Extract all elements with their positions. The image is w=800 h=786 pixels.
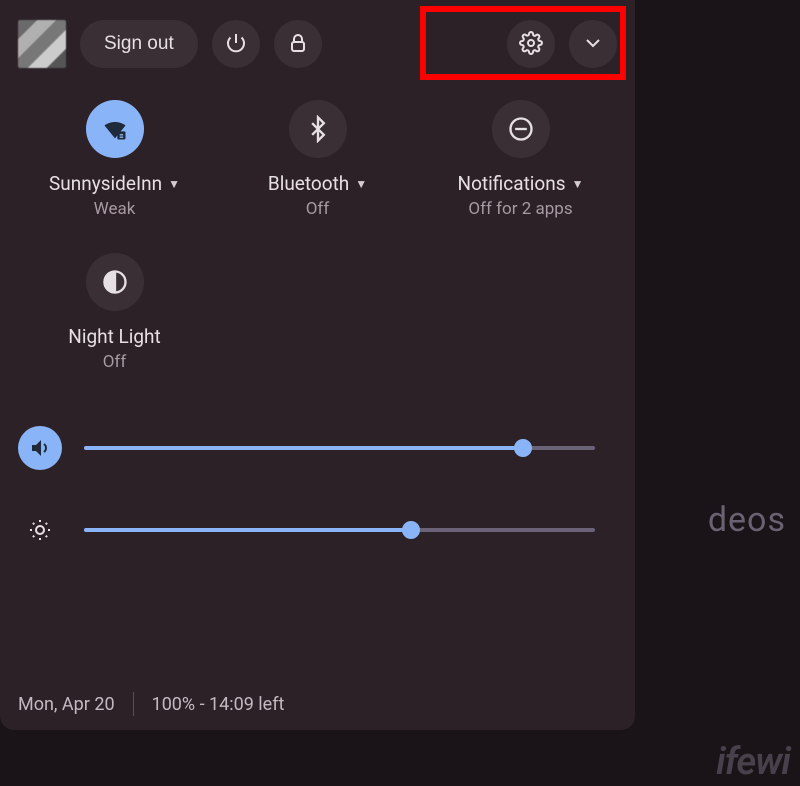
tile-notif-label: Notifications [458, 172, 566, 195]
night-light-icon [86, 253, 144, 311]
brightness-slider[interactable] [84, 528, 595, 532]
caret-down-icon: ▼ [572, 177, 584, 191]
caret-down-icon: ▼ [168, 177, 180, 191]
tile-night-sub: Off [103, 352, 127, 372]
brightness-icon[interactable] [18, 508, 62, 552]
slider-section [18, 426, 617, 552]
tile-bt-label: Bluetooth [268, 172, 349, 195]
brightness-fill [84, 528, 411, 532]
quick-settings-panel: Sign out [0, 0, 635, 730]
background-text-fragment: deos [708, 500, 786, 540]
wifi-icon [86, 100, 144, 158]
volume-thumb[interactable] [514, 439, 532, 457]
battery-text: 100% - 14:09 left [152, 694, 285, 715]
dnd-icon [492, 100, 550, 158]
caret-down-icon: ▼ [355, 177, 367, 191]
tile-notifications[interactable]: Notifications ▼ Off for 2 apps [424, 100, 617, 219]
volume-row [18, 426, 595, 470]
volume-slider[interactable] [84, 446, 595, 450]
tile-wifi[interactable]: SunnysideInn ▼ Weak [18, 100, 211, 219]
date-text: Mon, Apr 20 [18, 694, 115, 715]
footer-divider [133, 692, 134, 716]
tile-wifi-label: SunnysideInn [49, 172, 162, 195]
tile-bt-sub: Off [306, 199, 330, 219]
tile-wifi-sub: Weak [94, 199, 136, 219]
tile-night-label: Night Light [68, 325, 160, 348]
lock-icon [286, 31, 310, 58]
bluetooth-icon [289, 100, 347, 158]
sign-out-button[interactable]: Sign out [80, 20, 198, 68]
tile-empty [221, 253, 414, 372]
status-footer: Mon, Apr 20 100% - 14:09 left [18, 670, 617, 716]
tile-wifi-label-row: SunnysideInn ▼ [49, 172, 180, 195]
lock-button[interactable] [274, 20, 322, 68]
top-row: Sign out [18, 12, 617, 76]
brightness-row [18, 508, 595, 552]
tile-notif-sub: Off for 2 apps [468, 199, 572, 219]
chevron-down-icon [581, 31, 605, 58]
collapse-button[interactable] [569, 20, 617, 68]
tile-bt-label-row: Bluetooth ▼ [268, 172, 367, 195]
tile-night-label-row: Night Light [68, 325, 160, 348]
volume-fill [84, 446, 523, 450]
power-icon [224, 31, 248, 58]
background-watermark: ifewi [716, 740, 790, 784]
brightness-thumb[interactable] [402, 521, 420, 539]
settings-button[interactable] [507, 20, 555, 68]
tile-bluetooth[interactable]: Bluetooth ▼ Off [221, 100, 414, 219]
tile-night-light[interactable]: Night Light Off [18, 253, 211, 372]
quick-tiles-grid: SunnysideInn ▼ Weak Bluetooth ▼ Off Noti… [18, 100, 617, 372]
user-avatar[interactable] [18, 20, 66, 68]
tile-notif-label-row: Notifications ▼ [458, 172, 584, 195]
gear-icon [519, 31, 543, 58]
power-button[interactable] [212, 20, 260, 68]
volume-icon[interactable] [18, 426, 62, 470]
tile-empty [424, 253, 617, 372]
